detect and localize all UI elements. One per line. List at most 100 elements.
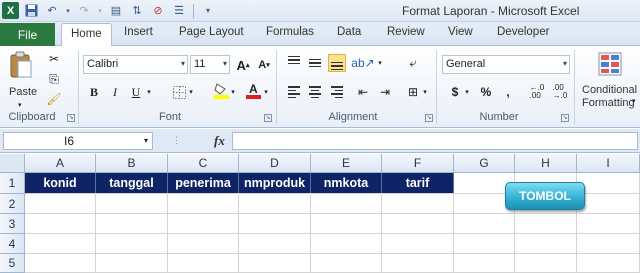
cell-e2[interactable] [311,194,382,214]
number-format-combo[interactable]: General ▾ [442,55,570,74]
tab-review[interactable]: Review [387,26,425,38]
increase-indent-icon[interactable]: ⇥ [376,83,394,101]
cell-b4[interactable] [96,234,168,254]
header-cell-nmproduk[interactable]: nmproduk [239,173,311,193]
cell-f2[interactable] [382,194,454,214]
align-middle-icon[interactable] [306,54,324,72]
increase-decimal-icon[interactable]: ←.0.00 [528,83,546,101]
cell-g3[interactable] [454,214,515,234]
currency-dropdown-icon[interactable]: ▾ [462,83,472,101]
header-cell-tanggal[interactable]: tanggal [96,173,168,193]
align-bottom-icon[interactable] [328,54,346,72]
cell-c3[interactable] [168,214,239,234]
underline-dropdown-icon[interactable]: ▾ [144,83,154,101]
name-box[interactable]: I6 ▾ [3,132,153,150]
excel-logo-icon[interactable]: X [2,2,19,19]
font-color-icon[interactable]: A [244,81,262,99]
header-cell-konid[interactable]: konid [25,173,96,193]
tab-insert[interactable]: Insert [124,26,153,38]
decrease-indent-icon[interactable]: ⇤ [354,83,372,101]
column-header-f[interactable]: F [382,154,454,173]
grow-font-icon[interactable]: A ▴ [234,56,252,74]
cell-h5[interactable] [515,254,577,273]
tab-developer[interactable]: Developer [497,26,549,38]
fill-color-dropdown-icon[interactable]: ▾ [228,83,238,101]
conditional-formatting-icon[interactable] [597,51,623,77]
column-header-d[interactable]: D [239,154,311,173]
italic-icon[interactable]: I [106,83,124,101]
cell-e3[interactable] [311,214,382,234]
cell-f3[interactable] [382,214,454,234]
row-header-1[interactable]: 1 [0,173,25,194]
align-top-icon[interactable] [285,54,303,72]
cell-d5[interactable] [239,254,311,273]
alignment-launcher-icon[interactable]: ↘ [425,114,433,122]
cell-d2[interactable] [239,194,311,214]
conditional-formatting-label-1[interactable]: Conditional [582,84,637,96]
cell-c2[interactable] [168,194,239,214]
column-header-g[interactable]: G [454,154,515,173]
column-header-b[interactable]: B [96,154,168,173]
wrap-text-icon[interactable]: ⤶ [404,54,422,72]
cell-f5[interactable] [382,254,454,273]
number-launcher-icon[interactable]: ↘ [561,114,569,122]
undo-dropdown-icon[interactable]: ▾ [64,2,72,19]
column-header-e[interactable]: E [311,154,382,173]
borders-dropdown-icon[interactable]: ▾ [186,83,196,101]
align-right-icon[interactable] [328,83,346,101]
bold-icon[interactable]: B [85,83,103,101]
formula-input[interactable] [232,132,638,150]
column-header-a[interactable]: A [25,154,96,173]
cell-h4[interactable] [515,234,577,254]
cell-a3[interactable] [25,214,96,234]
orientation-icon[interactable]: ab↗ [351,54,374,72]
format-painter-icon[interactable]: 🖌 [45,90,63,108]
tab-page-layout[interactable]: Page Layout [179,26,244,38]
form-icon[interactable]: ☰ [170,2,188,19]
shrink-font-icon[interactable]: A ▾ [255,56,273,74]
cell-i1[interactable] [577,173,640,194]
cell-i4[interactable] [577,234,640,254]
cell-d3[interactable] [239,214,311,234]
cell-e4[interactable] [311,234,382,254]
row-header-3[interactable]: 3 [0,214,25,234]
customize-qat-icon[interactable]: ▾ [199,2,217,19]
cell-i5[interactable] [577,254,640,273]
cell-c4[interactable] [168,234,239,254]
orientation-dropdown-icon[interactable]: ▾ [375,54,385,72]
undo-icon[interactable]: ↶ [43,2,61,19]
select-all-corner[interactable] [0,154,25,173]
font-size-combo[interactable]: 11 ▾ [190,55,230,74]
cell-f4[interactable] [382,234,454,254]
font-launcher-icon[interactable]: ↘ [264,114,272,122]
tab-view[interactable]: View [448,26,473,38]
redo-dropdown-icon[interactable]: ▾ [96,2,104,19]
paste-dropdown-icon[interactable]: ▾ [18,101,22,109]
tombol-button[interactable]: TOMBOL [505,182,585,210]
conditional-formatting-label-2[interactable]: Formatting [582,97,635,109]
font-name-combo[interactable]: Calibri ▾ [83,55,188,74]
print-preview-icon[interactable]: ▤ [107,2,125,19]
cell-g5[interactable] [454,254,515,273]
cell-a5[interactable] [25,254,96,273]
header-cell-tarif[interactable]: tarif [382,173,454,193]
cell-c5[interactable] [168,254,239,273]
paste-icon[interactable] [8,50,34,80]
column-header-c[interactable]: C [168,154,239,173]
tab-formulas[interactable]: Formulas [266,26,314,38]
tab-file[interactable]: File [0,23,55,46]
column-header-i[interactable]: I [577,154,640,173]
cell-a2[interactable] [25,194,96,214]
cell-b3[interactable] [96,214,168,234]
conditional-formatting-dropdown-icon[interactable]: ▾ [632,97,636,105]
comma-style-icon[interactable]: , [499,83,517,101]
cell-g4[interactable] [454,234,515,254]
redo-icon[interactable]: ↷ [75,2,93,19]
header-cell-nmkota[interactable]: nmkota [311,173,382,193]
save-icon[interactable] [22,2,40,19]
cell-d4[interactable] [239,234,311,254]
clear-filter-icon[interactable]: ⊘ [149,2,167,19]
cell-e5[interactable] [311,254,382,273]
column-header-h[interactable]: H [515,154,577,173]
merge-center-dropdown-icon[interactable]: ▾ [420,83,430,101]
